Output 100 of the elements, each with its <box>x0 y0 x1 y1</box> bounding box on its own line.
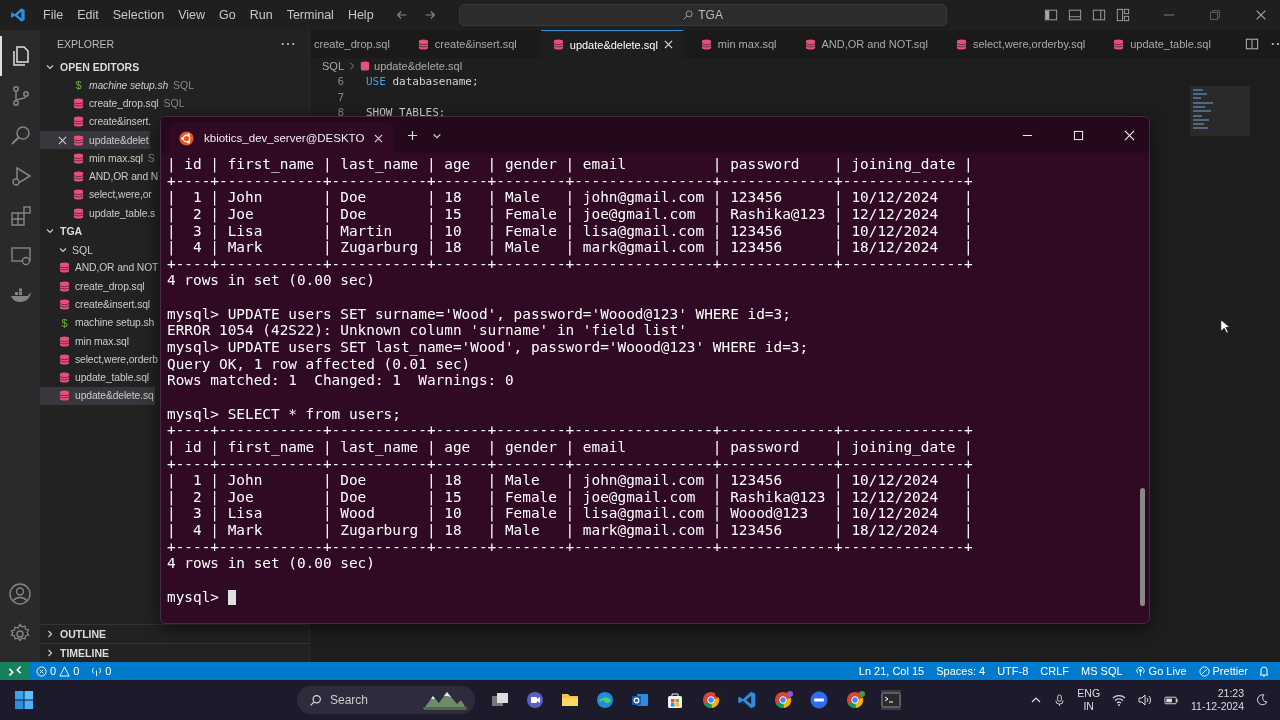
tree-item[interactable]: create&insert.sql <box>40 295 151 314</box>
chevron-down-icon[interactable] <box>432 131 443 141</box>
go-live-button[interactable]: Go Live <box>1128 665 1193 677</box>
terminal-line: | 1 | John | Doe | 18 | Male | john@gmail.com | 123456 | 10/12/2024 | <box>167 472 974 489</box>
menu-item[interactable]: Go <box>212 8 243 22</box>
editor-tab[interactable]: update_table.sql <box>1109 30 1221 58</box>
tree-item[interactable]: select,were,orderb <box>40 350 159 369</box>
database-icon <box>73 152 84 164</box>
status-item[interactable]: MS SQL <box>1075 665 1129 677</box>
status-item[interactable]: CRLF <box>1034 665 1076 677</box>
close-icon[interactable] <box>663 40 673 49</box>
editor-tab[interactable]: create_drop.sql <box>310 30 400 58</box>
chat-icon[interactable] <box>525 690 545 710</box>
section-header[interactable]: TGA <box>40 222 87 241</box>
open-editor-item[interactable]: create_drop.sql SQL <box>40 94 186 113</box>
volume-icon[interactable] <box>1138 694 1153 706</box>
open-editor-item[interactable]: create&insert. <box>40 112 153 131</box>
tree-item[interactable]: $ machine setup.sh <box>40 313 156 332</box>
editor-tab[interactable]: update&delete.sql <box>540 30 683 58</box>
close-icon[interactable] <box>1254 8 1268 22</box>
terminal-line: | 3 | Lisa | Wood | 10 | Female | lisa@gmail.com | Woood@123 | 10/12/2024 | <box>167 505 974 523</box>
prohibited-icon <box>1198 665 1210 677</box>
customize-layout-icon[interactable] <box>1116 8 1130 22</box>
search-field[interactable]: Search <box>297 686 475 714</box>
editor-tab[interactable]: AND,OR and NOT.sql <box>800 30 938 58</box>
terminal-tab[interactable]: kbiotics_dev_server@DESKTO <box>169 123 394 153</box>
editor-tab[interactable]: select,were,orderby.sql <box>951 30 1096 58</box>
split-editor-icon[interactable] <box>1244 37 1259 51</box>
prettier-button[interactable]: Prettier <box>1192 665 1254 677</box>
code-editor-icon[interactable] <box>737 690 757 710</box>
tree-item[interactable]: min max.sql <box>40 331 130 351</box>
remote-icon[interactable] <box>0 662 30 680</box>
new-tab-icon[interactable] <box>407 130 419 141</box>
text-cursor <box>227 589 237 605</box>
microphone-icon[interactable] <box>1054 693 1066 707</box>
more-icon[interactable] <box>1270 41 1280 47</box>
folder-item[interactable]: SQL <box>40 240 94 259</box>
account-icon[interactable] <box>8 582 32 606</box>
start-button[interactable] <box>14 690 34 710</box>
menu-item[interactable]: Edit <box>70 8 106 22</box>
terminal-line: mysql> UPDATE users SET last_name='Wood', password='Woood@123' WHERE id=3; <box>167 339 810 356</box>
wifi-icon[interactable] <box>1112 694 1127 706</box>
tree-item[interactable]: create_drop.sql <box>40 276 146 296</box>
code-line: SHOW TABLES: <box>366 106 446 120</box>
status-item[interactable]: UTF-8 <box>991 665 1035 677</box>
tree-item[interactable]: update&delete.sq <box>40 386 155 406</box>
editor-tab[interactable]: create&insert.sql <box>413 30 527 58</box>
database-icon <box>59 372 70 384</box>
maximize-icon[interactable] <box>1073 130 1084 141</box>
open-editor-item[interactable]: min max.sql S <box>40 149 156 168</box>
menu-item[interactable]: Terminal <box>279 8 341 22</box>
menu-item[interactable]: Help <box>340 8 381 22</box>
store-icon[interactable] <box>665 690 685 710</box>
line-number: 6 <box>336 75 344 89</box>
terminal-line: | 1 | John | Doe | 18 | Male | john@gmail.com | 123456 | 10/12/2024 | <box>167 189 974 206</box>
terminal-line: | 4 | Mark | Zugarburg | 18 | Male | mark@gmail.com | 123456 | 18/12/2024 | <box>167 239 974 256</box>
terminal-icon[interactable] <box>881 690 901 710</box>
more-icon[interactable] <box>281 41 295 47</box>
menu-item[interactable]: Selection <box>105 8 172 22</box>
open-editor-item[interactable]: update&delet <box>40 130 150 150</box>
section-header[interactable]: OPEN EDITORS <box>40 58 144 76</box>
database-icon <box>73 116 84 128</box>
line-number: 8 <box>336 106 344 120</box>
menu-item[interactable]: Run <box>242 8 280 22</box>
browser-icon[interactable] <box>700 690 722 710</box>
sidebar-layout-icon[interactable] <box>1044 8 1058 22</box>
problems-indicator[interactable]: 0 0 <box>30 665 86 677</box>
ports-indicator[interactable]: 0 <box>85 665 118 677</box>
browser-icon[interactable] <box>772 690 794 710</box>
battery-icon[interactable] <box>1164 694 1180 706</box>
language-indicator[interactable]: ENG IN <box>1077 687 1101 713</box>
menu-item[interactable]: File <box>36 8 71 22</box>
open-editor-item[interactable]: select,were,or <box>40 185 153 205</box>
clock[interactable]: 21:23 11-12-2024 <box>1191 687 1244 713</box>
dollar-icon: $ <box>73 79 84 92</box>
secondary-sidebar-icon[interactable] <box>1092 8 1106 22</box>
browser-icon[interactable] <box>595 690 615 710</box>
terminal-line: Rows matched: 1 Changed: 1 Warnings: 0 <box>167 372 515 389</box>
open-editor-item[interactable]: $ machine setup.sh SQL <box>40 76 196 95</box>
open-editor-item[interactable]: update_table.s <box>40 204 157 223</box>
editor-tab[interactable]: min max.sql <box>696 30 787 58</box>
bell-icon[interactable] <box>1258 665 1270 677</box>
browser-icon[interactable] <box>844 690 866 710</box>
close-icon[interactable] <box>58 135 67 145</box>
tree-item[interactable]: AND,OR and NOT <box>40 258 160 277</box>
status-item[interactable]: Ln 21, Col 15 <box>852 665 931 677</box>
panel-layout-icon[interactable] <box>1068 8 1082 22</box>
close-icon[interactable] <box>374 133 384 143</box>
breadcrumb-item[interactable]: SQL <box>322 60 344 72</box>
tree-item[interactable]: update_table.sql <box>40 368 150 387</box>
search-field[interactable]: TGA <box>458 4 947 26</box>
status-item[interactable]: Spaces: 4 <box>930 665 992 677</box>
menu-item[interactable]: View <box>171 8 212 22</box>
terminal-line: mysql> SELECT * from users; <box>167 405 402 423</box>
open-editor-item[interactable]: AND,OR and N <box>40 167 160 186</box>
breadcrumb-item[interactable]: update&delete.sql <box>374 60 463 72</box>
broadcast-icon <box>1134 665 1146 677</box>
mouse-pointer-icon <box>1220 319 1230 334</box>
moon-icon[interactable] <box>1256 694 1268 706</box>
back-arrow-icon[interactable] <box>394 8 409 22</box>
